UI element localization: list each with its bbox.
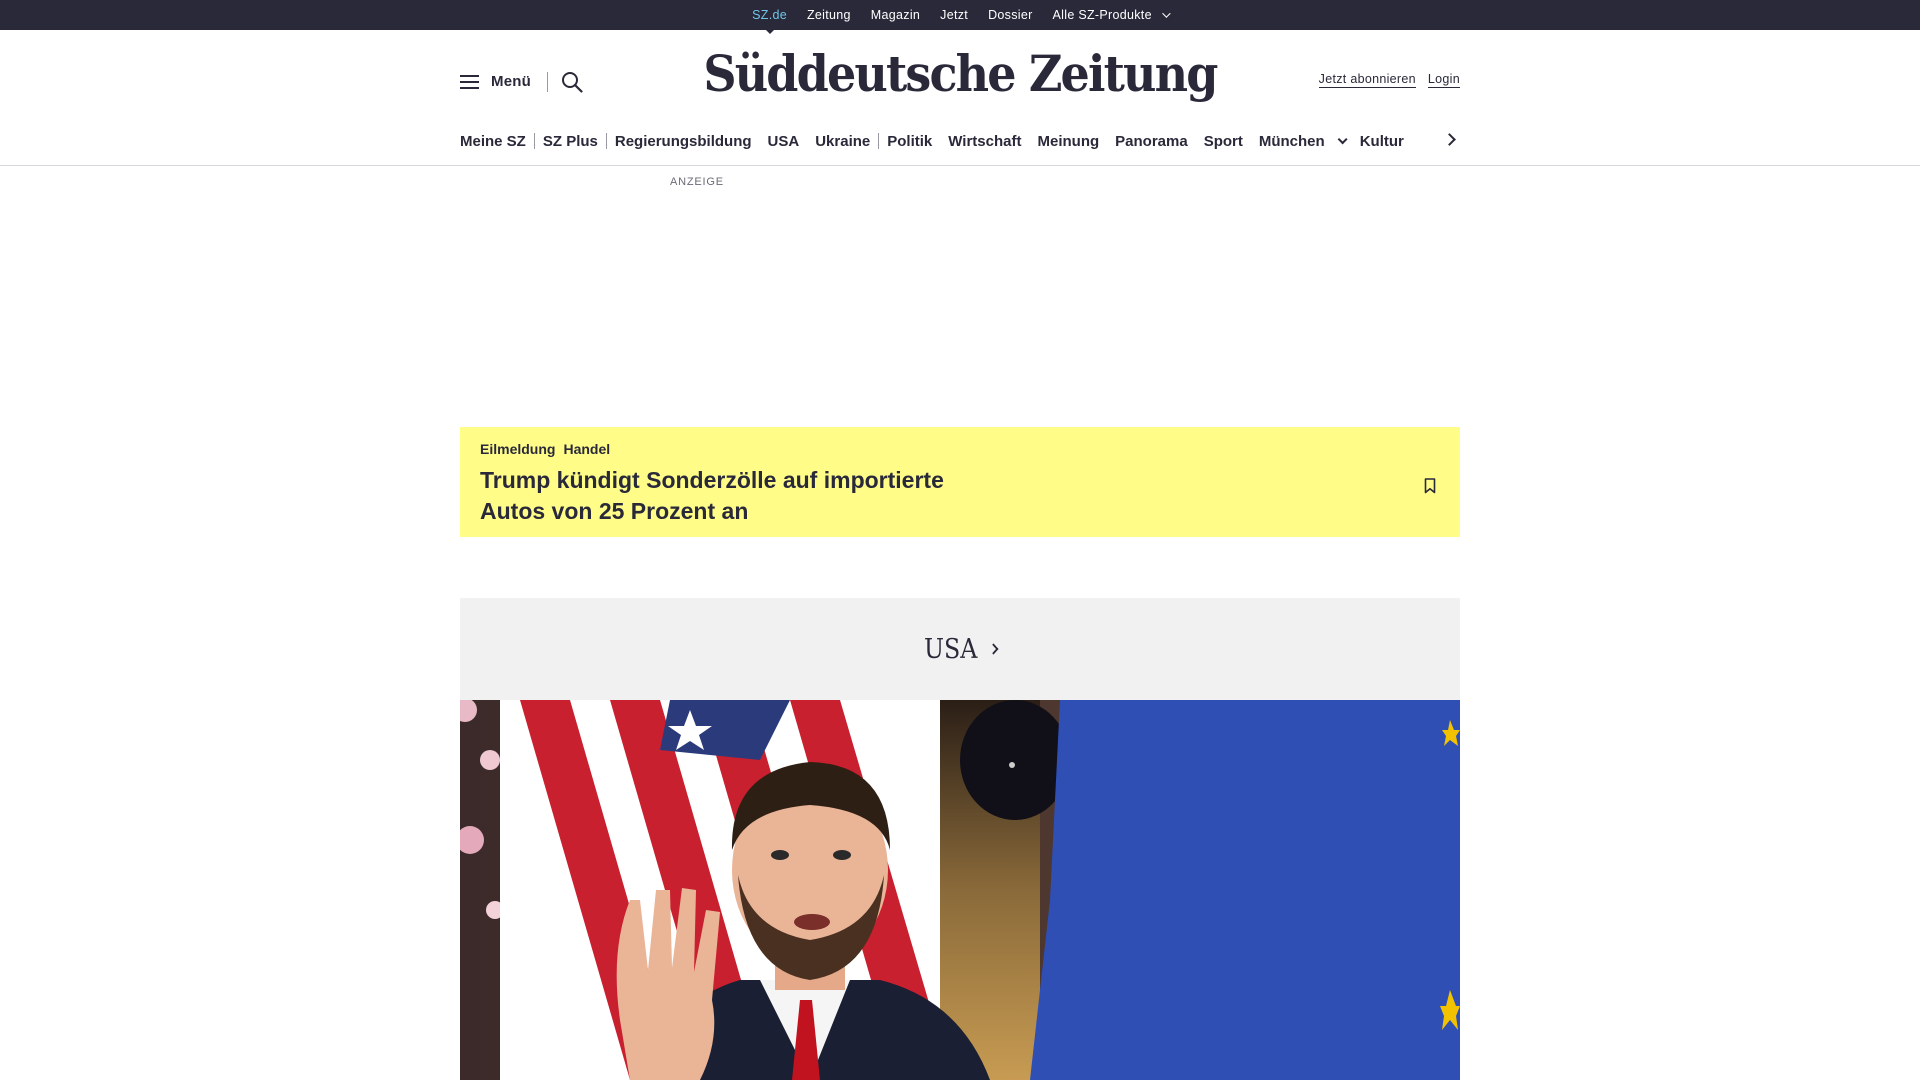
product-link-zeitung[interactable]: Zeitung (797, 8, 861, 22)
nav-item-sz-plus[interactable]: SZ Plus (535, 133, 606, 150)
chevron-down-icon (1337, 133, 1348, 144)
nav-item-ukraine[interactable]: Ukraine (807, 133, 878, 150)
all-products-dropdown[interactable]: Alle SZ-Produkte (1043, 8, 1178, 22)
header-bottom-border (0, 165, 1920, 166)
subscribe-link[interactable]: Jetzt abonnieren (1318, 72, 1416, 88)
bookmark-icon[interactable] (1424, 478, 1436, 494)
nav-item-muenchen-label: München (1258, 132, 1325, 150)
section-title: USA (923, 633, 978, 665)
account-links: Jetzt abonnieren Login (1318, 72, 1460, 88)
chevron-right-icon (987, 643, 998, 655)
logo-text: Süddeutsche Zeitung (703, 44, 1218, 103)
nav-scroll-right-icon[interactable] (1443, 133, 1456, 146)
article-photo[interactable] (460, 700, 1460, 1080)
nav-item-meinung[interactable]: Meinung (1029, 133, 1107, 150)
section-link[interactable]: USA (923, 633, 998, 665)
nav-item-politik[interactable]: Politik (879, 133, 940, 150)
product-bar: SZ.de Zeitung Magazin Jetzt Dossier Alle… (0, 0, 1920, 30)
product-link-jetzt[interactable]: Jetzt (930, 8, 978, 22)
nav-item-regierungsbildung[interactable]: Regierungsbildung (607, 133, 760, 150)
nav-item-meine-sz[interactable]: Meine SZ (460, 133, 534, 150)
nav-item-sport[interactable]: Sport (1196, 133, 1251, 150)
all-products-label: Alle SZ-Produkte (1052, 8, 1152, 22)
breaking-headline[interactable]: Trump kündigt Sonderzölle auf importiert… (480, 465, 1000, 527)
nav-item-kultur[interactable]: Kultur (1352, 133, 1412, 150)
breaking-tag: Eilmeldung (480, 441, 556, 457)
nav-item-muenchen[interactable]: München (1251, 133, 1352, 150)
site-header: Menü Süddeutsche Zeitung Jetzt abonniere… (460, 30, 1460, 135)
product-link-sz-de[interactable]: SZ.de (742, 8, 797, 22)
breaking-tags: Eilmeldung Handel (480, 441, 1440, 457)
main-navigation: Meine SZ SZ Plus Regierungsbildung USA U… (460, 126, 1460, 156)
topic-tag: Handel (563, 441, 611, 457)
nav-item-usa[interactable]: USA (760, 133, 808, 150)
product-link-magazin[interactable]: Magazin (861, 8, 930, 22)
photo-illustration (460, 700, 1460, 1080)
login-link[interactable]: Login (1427, 72, 1460, 88)
breaking-news-teaser[interactable]: Eilmeldung Handel Trump kündigt Sonderzö… (460, 427, 1460, 537)
section-header: USA (460, 598, 1460, 700)
product-link-dossier[interactable]: Dossier (978, 8, 1042, 22)
nav-item-wirtschaft[interactable]: Wirtschaft (940, 133, 1029, 150)
ad-label: ANZEIGE (670, 176, 724, 188)
nav-item-panorama[interactable]: Panorama (1107, 133, 1196, 150)
chevron-down-icon (1162, 9, 1171, 18)
site-logo[interactable]: Süddeutsche Zeitung (460, 44, 1460, 103)
